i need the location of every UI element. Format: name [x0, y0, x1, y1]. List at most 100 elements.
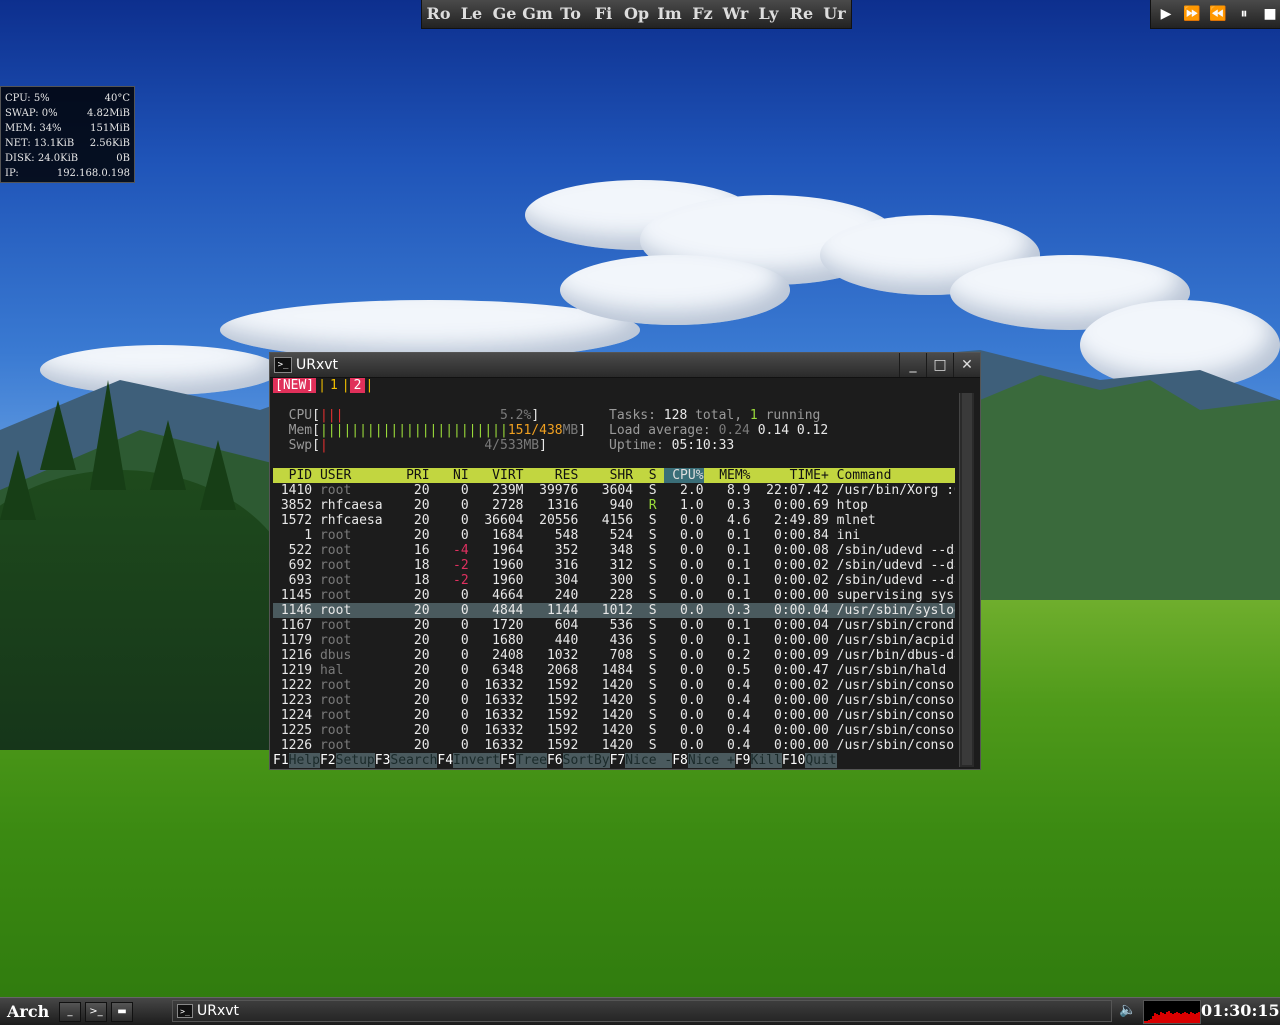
table-row[interactable]: 1224 root 20 0 16332 1592 1420 S 0.0 0.4… — [273, 708, 955, 723]
close-button[interactable]: ✕ — [953, 353, 980, 377]
table-row[interactable]: 1410 root 20 0 239M 39976 3604 S 2.0 8.9… — [273, 483, 955, 498]
workspace-wr[interactable]: Wr — [719, 0, 752, 28]
table-row[interactable]: 1219 hal 20 0 6348 2068 1484 S 0.0 0.5 0… — [273, 663, 955, 678]
cell-virt: 16332 — [476, 708, 524, 723]
fkey-f3[interactable]: F3 — [375, 753, 391, 768]
cell-s: S — [640, 513, 657, 528]
cell-user: root — [319, 588, 391, 603]
cell-pri: 20 — [398, 738, 430, 753]
terminal-icon: >_ — [274, 357, 292, 373]
cell-command: /usr/sbin/hald — [836, 663, 947, 678]
table-row[interactable]: 522 root 16 -4 1964 352 348 S 0.0 0.1 0:… — [273, 543, 955, 558]
tab-1[interactable]: 1 — [326, 378, 342, 393]
table-row[interactable]: 1145 root 20 0 4664 240 228 S 0.0 0.1 0:… — [273, 588, 955, 603]
workspace-to[interactable]: To — [554, 0, 587, 28]
fkey-f6[interactable]: F6 — [547, 753, 563, 768]
minimize-button[interactable]: _ — [899, 353, 926, 377]
workspace-fi[interactable]: Fi — [587, 0, 620, 28]
fkey-label[interactable]: Help — [288, 753, 320, 768]
cpu-meter: CPU[||| 5.2%] — [288, 408, 540, 423]
cell-pid: 1226 — [273, 738, 313, 753]
table-row[interactable]: 1226 root 20 0 16332 1592 1420 S 0.0 0.4… — [273, 738, 955, 753]
taskbar-item-urxvt[interactable]: >_ URxvt — [172, 1000, 1112, 1022]
fkey-f4[interactable]: F4 — [437, 753, 453, 768]
fast-forward-icon[interactable]: ⏩ — [1179, 0, 1205, 28]
table-row[interactable]: 1179 root 20 0 1680 440 436 S 0.0 0.1 0:… — [273, 633, 955, 648]
cell-virt: 16332 — [476, 678, 524, 693]
scrollbar[interactable] — [959, 393, 974, 767]
fkey-label[interactable]: Invert — [453, 753, 501, 768]
fkey-label[interactable]: Tree — [515, 753, 547, 768]
cell-ni: 0 — [437, 723, 469, 738]
maximize-button[interactable]: □ — [926, 353, 953, 377]
cell-command: /usr/sbin/crond — [836, 618, 955, 633]
fkey-f5[interactable]: F5 — [500, 753, 516, 768]
fkey-f8[interactable]: F8 — [672, 753, 688, 768]
table-row[interactable]: 1 root 20 0 1684 548 524 S 0.0 0.1 0:00.… — [273, 528, 955, 543]
cell-command: ini — [836, 528, 861, 543]
fkey-label[interactable]: SortBy — [562, 753, 610, 768]
tab-new[interactable]: [NEW] — [273, 378, 317, 393]
header-res: RES — [531, 468, 579, 483]
fkey-f2[interactable]: F2 — [320, 753, 336, 768]
cell-pid: 693 — [273, 573, 313, 588]
cell-pri: 20 — [398, 513, 430, 528]
fkey-f1[interactable]: F1 — [273, 753, 289, 768]
cell-cpu: 0.0 — [664, 603, 704, 618]
table-row[interactable]: 693 root 18 -2 1960 304 300 S 0.0 0.1 0:… — [273, 573, 955, 588]
table-row[interactable]: 1225 root 20 0 16332 1592 1420 S 0.0 0.4… — [273, 723, 955, 738]
cell-pid: 3852 — [273, 498, 313, 513]
workspace-fz[interactable]: Fz — [686, 0, 719, 28]
show-desktop-button[interactable]: ▬ — [111, 1001, 133, 1022]
workspace-ro[interactable]: Ro — [422, 0, 455, 28]
cell-time: 0:00.09 — [758, 648, 829, 663]
tab-2[interactable]: 2 — [349, 378, 366, 393]
rewind-icon[interactable]: ⏪ — [1205, 0, 1231, 28]
fkey-f9[interactable]: F9 — [735, 753, 751, 768]
fkey-label[interactable]: Setup — [335, 753, 375, 768]
table-row[interactable]: 1146 root 20 0 4844 1144 1012 S 0.0 0.3 … — [273, 603, 955, 618]
play-icon[interactable]: ▶ — [1153, 0, 1179, 28]
arch-menu-button[interactable]: Arch — [7, 1002, 55, 1021]
table-row[interactable]: 1223 root 20 0 16332 1592 1420 S 0.0 0.4… — [273, 693, 955, 708]
volume-icon[interactable]: 🔈 — [1119, 1002, 1136, 1018]
fkey-label[interactable]: Quit — [805, 753, 837, 768]
table-row[interactable]: 1222 root 20 0 16332 1592 1420 S 0.0 0.4… — [273, 678, 955, 693]
fkey-label[interactable]: Search — [390, 753, 438, 768]
table-row[interactable]: 1216 dbus 20 0 2408 1032 708 S 0.0 0.2 0… — [273, 648, 955, 663]
terminal-launcher-button[interactable]: >_ — [85, 1001, 107, 1022]
fkey-label[interactable]: Nice - — [625, 753, 673, 768]
fkey-label[interactable]: Nice + — [687, 753, 735, 768]
cell-ni: 0 — [437, 528, 469, 543]
cell-shr: 228 — [586, 588, 634, 603]
cell-ni: 0 — [437, 738, 469, 753]
cell-shr: 300 — [586, 573, 634, 588]
workspace-re[interactable]: Re — [785, 0, 818, 28]
workspace-le[interactable]: Le — [455, 0, 488, 28]
minimize-all-button[interactable]: _ — [59, 1001, 81, 1022]
terminal-area[interactable]: [NEW] | 1 | 2 | CPU[||| 5.2%] Mem[|||||||||||… — [273, 378, 955, 768]
workspace-ge[interactable]: Ge — [488, 0, 521, 28]
table-row[interactable]: 3852 rhfcaesa 20 0 2728 1316 940 R 1.0 0… — [273, 498, 955, 513]
workspace-im[interactable]: Im — [653, 0, 686, 28]
fkey-label[interactable]: Kill — [750, 753, 782, 768]
fkey-f10[interactable]: F10 — [782, 753, 805, 768]
pause-icon[interactable]: ⏸ — [1231, 0, 1257, 28]
workspace-op[interactable]: Op — [620, 0, 653, 28]
table-row[interactable]: 692 root 18 -2 1960 316 312 S 0.0 0.1 0:… — [273, 558, 955, 573]
workspace-ly[interactable]: Ly — [752, 0, 785, 28]
stop-icon[interactable]: ■ — [1257, 0, 1280, 28]
workspace-ur[interactable]: Ur — [818, 0, 851, 28]
cell-user: root — [319, 543, 391, 558]
scrollbar-thumb[interactable] — [962, 393, 972, 765]
conky-row: IP: 192.168.0.198 — [5, 166, 130, 181]
table-row[interactable]: 1167 root 20 0 1720 604 536 S 0.0 0.1 0:… — [273, 618, 955, 633]
cell-command: /usr/sbin/console-kit-d — [836, 708, 955, 723]
fkey-f7[interactable]: F7 — [610, 753, 626, 768]
cell-pid: 1223 — [273, 693, 313, 708]
table-row[interactable]: 1572 rhfcaesa 20 0 36604 20556 4156 S 0.… — [273, 513, 955, 528]
cell-mem: 0.1 — [711, 558, 751, 573]
workspace-gm[interactable]: Gm — [521, 0, 554, 28]
cell-s: S — [640, 663, 657, 678]
window-titlebar[interactable]: >_ URxvt _ □ ✕ — [270, 353, 980, 378]
